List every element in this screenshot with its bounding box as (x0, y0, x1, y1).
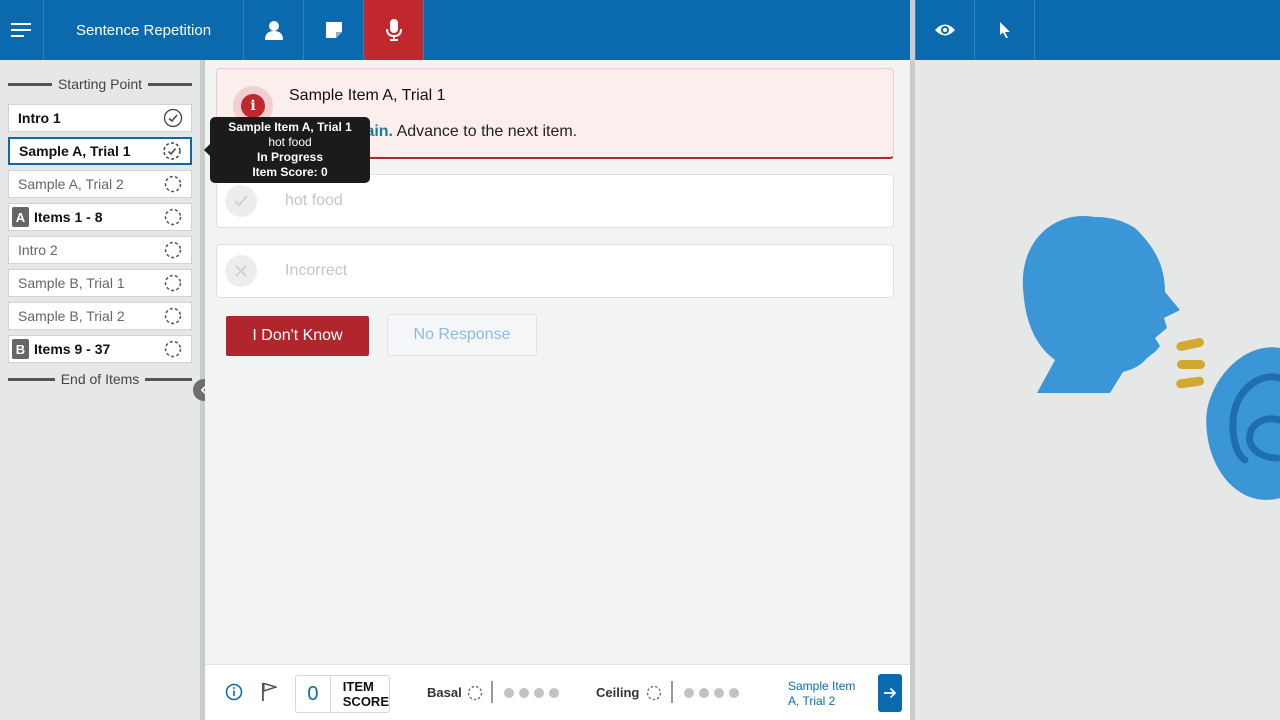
no-response-button[interactable]: No Response (387, 314, 537, 356)
item-score-label: ITEM SCORE (331, 679, 389, 709)
item-score-value: 0 (296, 676, 331, 712)
end-of-items-label: End of Items (60, 371, 140, 387)
flag-icon[interactable] (261, 682, 277, 702)
ceiling-dot (699, 688, 709, 698)
right-toolbar (915, 0, 1280, 60)
basal-pending-icon (467, 685, 483, 701)
tooltip-status: In Progress (256, 150, 324, 164)
dont-know-button[interactable]: I Don't Know (226, 316, 369, 356)
nav-item-intro-1[interactable]: Intro 1 (8, 104, 192, 132)
end-of-items-separator: End of Items (8, 371, 192, 387)
response-incorrect-label: Incorrect (285, 262, 348, 279)
person-icon (264, 21, 283, 40)
item-score-label-line1: ITEM (342, 679, 374, 694)
speaking-head-illustration (1022, 215, 1280, 500)
pointer-button[interactable] (975, 0, 1035, 60)
nav-item-label: Items 9 - 37 (34, 341, 111, 357)
next-item-button[interactable] (878, 674, 902, 712)
nav-item-label: Items 1 - 8 (34, 209, 103, 225)
close-icon (235, 265, 247, 277)
info-alert-icon: i (241, 94, 265, 118)
menu-button[interactable] (0, 0, 44, 60)
in-progress-icon (163, 142, 181, 160)
menu-icon (10, 23, 31, 37)
top-bar: Sentence Repetition (0, 0, 910, 60)
alert-message-text: Advance to the next item. (396, 123, 578, 140)
nav-item-label: Sample A, Trial 2 (18, 176, 124, 192)
pending-circle-icon (164, 307, 182, 325)
correct-check-button[interactable] (225, 185, 257, 217)
nav-item-intro-2[interactable]: Intro 2 (8, 236, 192, 264)
next-item-line1: Sample Item (788, 679, 856, 693)
arrow-right-icon (884, 687, 897, 699)
ceiling-dot (714, 688, 724, 698)
starting-point-label: Starting Point (57, 76, 143, 92)
block-badge: B (12, 339, 29, 359)
nav-item-label: Sample A, Trial 1 (19, 143, 131, 159)
item-score-box: 0 ITEM SCORE (295, 675, 390, 713)
view-button[interactable] (915, 0, 975, 60)
nav-item-sample-a-trial-2[interactable]: Sample A, Trial 2 (8, 170, 192, 198)
basal-dot (504, 688, 514, 698)
basal-dot (519, 688, 529, 698)
pending-circle-icon (164, 208, 182, 226)
nav-item-label: Intro 1 (18, 110, 61, 126)
basal-divider (491, 681, 493, 703)
response-correct-label: hot food (285, 192, 343, 209)
tooltip-response: hot food (268, 135, 312, 149)
test-title: Sentence Repetition (44, 0, 244, 60)
microphone-button[interactable] (364, 0, 424, 60)
nav-item-label: Intro 2 (18, 242, 58, 258)
ceiling-dot (729, 688, 739, 698)
tooltip-arrow (204, 144, 210, 156)
response-incorrect[interactable]: Incorrect (216, 244, 894, 298)
pending-circle-icon (164, 340, 182, 358)
note-icon (325, 22, 342, 38)
check-icon (234, 195, 248, 207)
microphone-icon (385, 19, 402, 41)
pending-circle-icon (164, 274, 182, 292)
basal-dot (534, 688, 544, 698)
basal-label: Basal (427, 685, 462, 700)
item-tooltip: Sample Item A, Trial 1 hot food In Progr… (204, 117, 370, 183)
check-circle-icon (163, 108, 183, 128)
block-badge: A (12, 207, 29, 227)
next-item-line2: A, Trial 2 (788, 694, 836, 708)
notes-button[interactable] (304, 0, 364, 60)
footer-bar: 0 ITEM SCORE Basal Ceiling Sample Item A… (205, 664, 910, 720)
alert-title: Sample Item A, Trial 1 (289, 87, 446, 104)
starting-point-separator: Starting Point (8, 76, 192, 92)
tooltip-score: Item Score: 0 (252, 165, 328, 179)
ceiling-pending-icon (646, 685, 662, 701)
nav-item-items-1-8[interactable]: A Items 1 - 8 (8, 203, 192, 231)
next-item-label[interactable]: Sample Item A, Trial 2 (788, 679, 868, 709)
item-score-label-line2: SCORE (342, 694, 389, 709)
eye-icon (935, 24, 955, 36)
tooltip-title: Sample Item A, Trial 1 (228, 120, 352, 134)
nav-item-label: Sample B, Trial 2 (18, 308, 125, 324)
pending-circle-icon (164, 175, 182, 193)
nav-item-items-9-37[interactable]: B Items 9 - 37 (8, 335, 192, 363)
examinee-button[interactable] (244, 0, 304, 60)
nav-item-label: Sample B, Trial 1 (18, 275, 125, 291)
nav-item-sample-a-trial-1[interactable]: Sample A, Trial 1 (8, 137, 192, 165)
incorrect-x-button[interactable] (225, 255, 257, 287)
nav-item-sample-b-trial-2[interactable]: Sample B, Trial 2 (8, 302, 192, 330)
nav-item-sample-b-trial-1[interactable]: Sample B, Trial 1 (8, 269, 192, 297)
ceiling-label: Ceiling (596, 685, 640, 700)
pending-circle-icon (164, 241, 182, 259)
cursor-icon (999, 22, 1010, 38)
info-icon[interactable] (225, 683, 243, 701)
ceiling-divider (671, 681, 673, 703)
stimulus-panel (915, 60, 1280, 720)
ceiling-dot (684, 688, 694, 698)
basal-dot (549, 688, 559, 698)
